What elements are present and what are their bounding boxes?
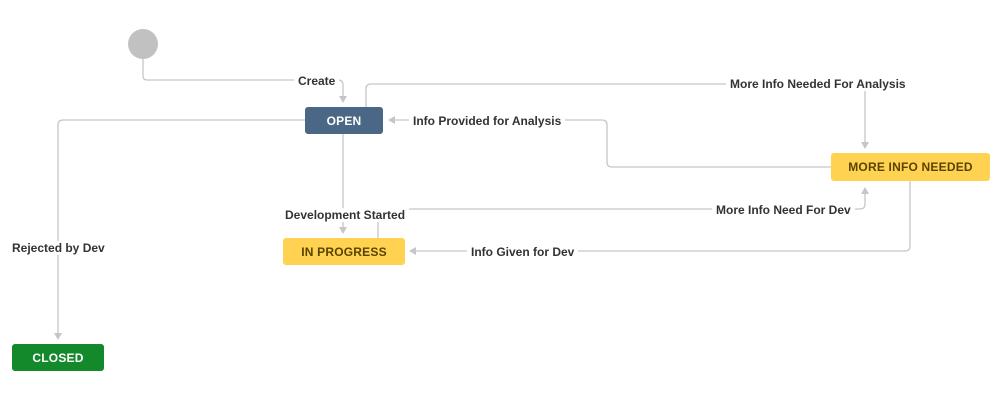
transition-label-rejected-by-dev[interactable]: Rejected by Dev bbox=[8, 241, 109, 255]
transition-label-info-provided-for-analysis[interactable]: Info Provided for Analysis bbox=[409, 114, 566, 128]
arrowhead-info-given bbox=[409, 247, 416, 255]
status-open[interactable]: OPEN bbox=[305, 107, 383, 134]
transition-label-development-started[interactable]: Development Started bbox=[281, 208, 410, 222]
transition-label-more-info-need-for-dev[interactable]: More Info Need For Dev bbox=[712, 203, 855, 217]
arrowhead-dev-started bbox=[339, 227, 347, 234]
arrowhead-more-info-dev bbox=[861, 187, 869, 194]
transition-label-create[interactable]: Create bbox=[294, 74, 340, 88]
status-closed[interactable]: CLOSED bbox=[12, 344, 104, 371]
arrowhead-info-provided bbox=[388, 116, 395, 124]
status-in-progress[interactable]: IN PROGRESS bbox=[283, 238, 405, 265]
transition-label-more-info-needed-for-analysis[interactable]: More Info Needed For Analysis bbox=[726, 77, 910, 91]
arrowhead-create bbox=[339, 96, 347, 103]
arrowhead-more-info-analysis bbox=[861, 142, 869, 149]
connector-rejected bbox=[57, 119, 305, 334]
start-node-icon[interactable] bbox=[128, 29, 158, 59]
arrowhead-rejected bbox=[54, 333, 62, 340]
status-more-info-needed[interactable]: MORE INFO NEEDED bbox=[831, 153, 990, 181]
transition-label-info-given-for-dev[interactable]: Info Given for Dev bbox=[467, 245, 579, 259]
